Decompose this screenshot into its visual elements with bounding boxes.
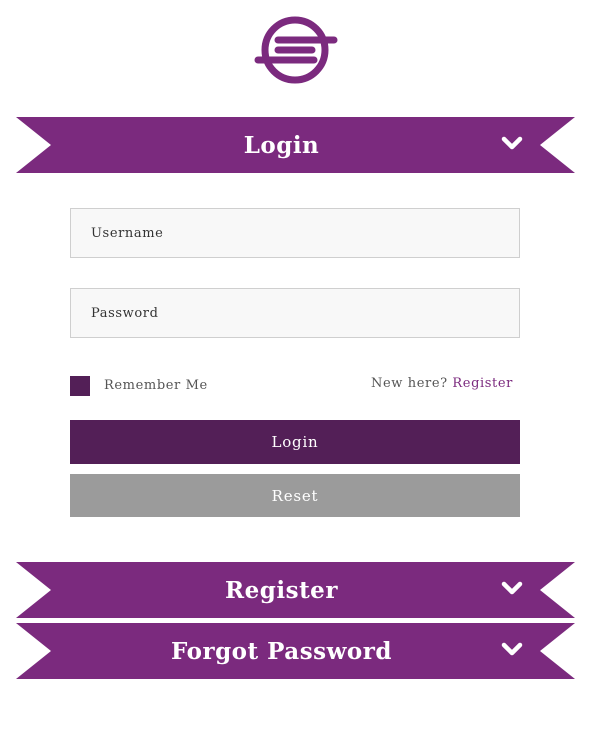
chevron-down-icon[interactable] [501,642,523,658]
brand-logo-icon [254,16,338,84]
forgot-password-section-title: Forgot Password [171,637,392,665]
register-section-header[interactable]: Register [16,561,575,619]
chevron-down-icon[interactable] [501,581,523,597]
register-link[interactable]: Register [452,376,513,391]
remember-me-label: Remember Me [104,378,208,393]
login-button[interactable]: Login [70,420,520,464]
new-here-prompt: New here? Register [371,376,513,391]
login-section-header[interactable]: Login [16,116,575,174]
username-input[interactable] [70,208,520,258]
remember-me-checkbox[interactable] [70,376,90,396]
chevron-down-icon[interactable] [501,136,523,152]
login-section-title: Login [243,131,320,159]
forgot-password-section-header[interactable]: Forgot Password [16,622,575,680]
reset-button[interactable]: Reset [70,474,520,517]
register-section-title: Register [225,576,338,604]
new-here-text: New here? [371,376,448,391]
password-input[interactable] [70,288,520,338]
